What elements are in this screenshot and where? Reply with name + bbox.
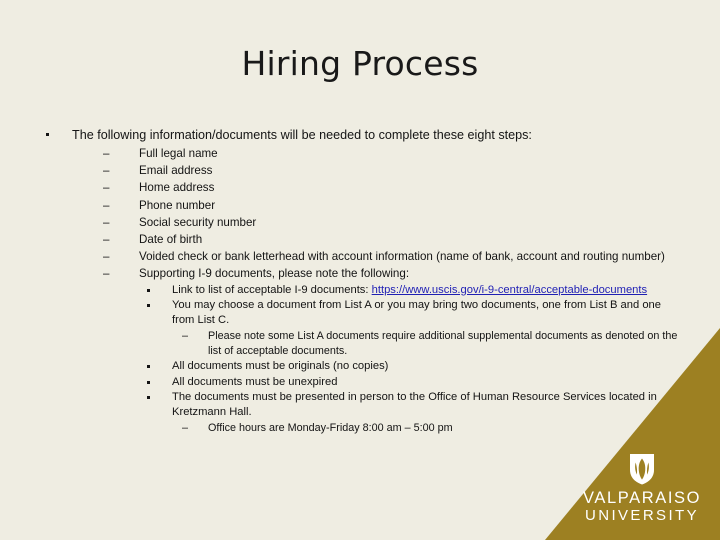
list-item-text: Supporting I-9 documents, please note th…	[139, 267, 410, 281]
dash-bullet-icon: –	[103, 164, 110, 178]
list-item: All documents must be originals (no copi…	[36, 359, 686, 374]
list-item: – Supporting I-9 documents, please note …	[36, 265, 686, 282]
square-bullet-icon	[147, 304, 150, 308]
valpo-shield-icon	[630, 453, 654, 485]
slide-canvas: VALPARAISO UNIVERSITY Hiring Process The…	[0, 0, 720, 540]
list-item-text: Link to list of acceptable I-9 documents…	[172, 283, 372, 296]
list-item-text: Phone number	[139, 198, 216, 212]
dash-bullet-icon: –	[103, 198, 110, 212]
bullet-list: The following information/documents will…	[36, 127, 686, 436]
dash-bullet-icon: –	[103, 267, 110, 281]
dash-bullet-icon: –	[103, 215, 110, 229]
list-item: – Date of birth	[36, 231, 686, 248]
square-bullet-icon	[147, 396, 150, 400]
list-item-link: Link to list of acceptable I-9 documents…	[36, 283, 686, 298]
page-title: Hiring Process	[241, 44, 479, 83]
dash-bullet-icon: –	[103, 233, 110, 247]
dash-bullet-icon: –	[103, 147, 110, 160]
list-item-text: All documents must be originals (no copi…	[172, 360, 389, 373]
list-item: – Phone number	[36, 197, 686, 214]
list-item-text: Voided check or bank letterhead with acc…	[139, 250, 665, 264]
square-bullet-icon	[46, 133, 49, 136]
list-item: – Social security number	[36, 214, 686, 231]
dash-bullet-icon: –	[103, 250, 110, 264]
list-item: You may choose a document from List A or…	[36, 298, 686, 329]
dash-bullet-icon: –	[182, 329, 189, 342]
list-item-text: Please note some List A documents requir…	[208, 329, 678, 358]
list-item: All documents must be unexpired	[36, 375, 686, 390]
list-item: – Voided check or bank letterhead with a…	[36, 248, 686, 265]
list-item-text: Email address	[139, 164, 213, 178]
list-item: The documents must be presented in perso…	[36, 390, 686, 421]
list-item: – Office hours are Monday-Friday 8:00 am…	[36, 421, 686, 436]
square-bullet-icon	[147, 288, 150, 292]
list-item: – Home address	[36, 179, 686, 196]
dash-bullet-icon: –	[103, 181, 110, 195]
brand-name: VALPARAISO	[582, 488, 702, 507]
list-item-text: Office hours are Monday-Friday 8:00 am –…	[208, 421, 453, 434]
list-item-text: Home address	[139, 181, 215, 195]
square-bullet-icon	[147, 380, 150, 384]
brand-subname: UNIVERSITY	[584, 507, 699, 525]
list-item-text: The following information/documents will…	[72, 128, 532, 142]
slide-body: The following information/documents will…	[36, 127, 686, 436]
list-item-text: You may choose a document from List A or…	[172, 299, 661, 327]
list-item-text: Date of birth	[139, 233, 203, 247]
list-item-intro: The following information/documents will…	[36, 127, 686, 143]
list-item-text: Social security number	[139, 215, 257, 229]
list-item-text: All documents must be unexpired	[172, 375, 338, 388]
dash-bullet-icon: –	[182, 421, 189, 434]
list-item-text: The documents must be presented in perso…	[172, 391, 657, 419]
square-bullet-icon	[147, 365, 150, 369]
list-item-text: Full legal name	[139, 147, 218, 160]
list-item: – Email address	[36, 162, 686, 179]
brand-lockup: VALPARAISO UNIVERSITY	[572, 453, 712, 526]
list-item: – Please note some List A documents requ…	[36, 329, 686, 359]
uscis-i9-link[interactable]: https://www.uscis.gov/i-9-central/accept…	[372, 284, 647, 296]
list-item: – Full legal name	[36, 145, 686, 162]
